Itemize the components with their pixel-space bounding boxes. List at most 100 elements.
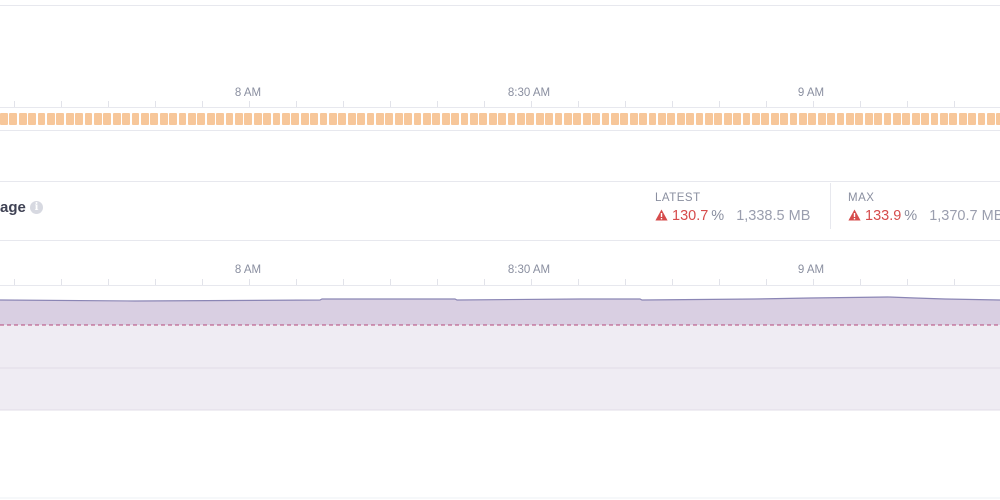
event-segment bbox=[225, 113, 234, 125]
event-segment bbox=[169, 113, 177, 125]
event-segment bbox=[451, 113, 459, 125]
event-segment bbox=[498, 113, 506, 125]
memory-section-title: age bbox=[0, 199, 26, 216]
event-segment bbox=[996, 113, 1000, 125]
tick-label: 8:30 AM bbox=[507, 87, 551, 99]
event-segment bbox=[9, 113, 18, 125]
event-segment bbox=[526, 113, 535, 125]
event-segment bbox=[949, 113, 958, 125]
event-segment bbox=[216, 113, 224, 125]
event-segment bbox=[977, 113, 986, 125]
event-segment bbox=[150, 113, 159, 125]
event-segment bbox=[159, 113, 168, 125]
event-segment bbox=[122, 113, 130, 125]
event-segment bbox=[141, 113, 149, 125]
event-segment bbox=[573, 113, 582, 125]
event-segment bbox=[488, 113, 497, 125]
event-segment bbox=[836, 113, 845, 125]
event-segment bbox=[686, 113, 694, 125]
event-segment bbox=[780, 113, 788, 125]
event-segment bbox=[648, 113, 657, 125]
event-segment bbox=[733, 113, 741, 125]
event-strip[interactable] bbox=[0, 113, 1000, 125]
latest-caption: LATEST bbox=[655, 192, 701, 204]
event-segment bbox=[272, 113, 281, 125]
event-segment bbox=[263, 113, 271, 125]
event-segment bbox=[56, 113, 65, 125]
event-segment bbox=[413, 113, 422, 125]
event-segment bbox=[507, 113, 516, 125]
event-segment bbox=[611, 113, 619, 125]
event-segment bbox=[65, 113, 74, 125]
stats-divider bbox=[830, 183, 831, 229]
event-segment bbox=[338, 113, 347, 125]
tick-label: 8 AM bbox=[234, 264, 262, 276]
event-segment bbox=[987, 113, 995, 125]
event-segment bbox=[423, 113, 431, 125]
event-segment bbox=[855, 113, 864, 125]
event-segment bbox=[535, 113, 544, 125]
event-segment bbox=[517, 113, 525, 125]
event-segment bbox=[752, 113, 760, 125]
tick-label: 8:30 AM bbox=[507, 264, 551, 276]
event-segment bbox=[479, 113, 488, 125]
event-segment bbox=[695, 113, 704, 125]
event-segment bbox=[131, 113, 140, 125]
event-segment bbox=[366, 113, 375, 125]
event-segment bbox=[592, 113, 600, 125]
event-segment bbox=[310, 113, 318, 125]
event-segment bbox=[930, 113, 939, 125]
event-segment bbox=[432, 113, 441, 125]
event-segment bbox=[968, 113, 976, 125]
event-segment bbox=[902, 113, 911, 125]
event-segment bbox=[319, 113, 328, 125]
event-segment bbox=[206, 113, 215, 125]
event-segment bbox=[178, 113, 187, 125]
event-segment bbox=[582, 113, 591, 125]
event-segment bbox=[799, 113, 807, 125]
event-segment bbox=[958, 113, 967, 125]
event-segment bbox=[639, 113, 647, 125]
warning-icon bbox=[655, 209, 668, 221]
event-segment bbox=[357, 113, 365, 125]
event-segment bbox=[554, 113, 563, 125]
latest-stat: 130.7% 1,338.5 MB bbox=[655, 208, 810, 224]
event-segment bbox=[84, 113, 93, 125]
event-segment bbox=[441, 113, 450, 125]
event-segment bbox=[658, 113, 666, 125]
event-segment bbox=[770, 113, 779, 125]
strip-divider bbox=[0, 130, 1000, 131]
axis-line bbox=[0, 107, 1000, 108]
info-icon[interactable]: i bbox=[30, 201, 43, 214]
event-segment bbox=[620, 113, 629, 125]
event-segment bbox=[911, 113, 920, 125]
event-segment bbox=[347, 113, 356, 125]
event-segment bbox=[667, 113, 676, 125]
event-segment bbox=[75, 113, 83, 125]
section-divider bbox=[0, 181, 1000, 182]
event-segment bbox=[808, 113, 817, 125]
event-segment bbox=[940, 113, 948, 125]
memory-usage-chart[interactable] bbox=[0, 280, 1000, 500]
tick-label: 9 AM bbox=[797, 87, 825, 99]
max-percent: 133.9 bbox=[865, 208, 902, 224]
event-segment bbox=[329, 113, 337, 125]
event-segment bbox=[394, 113, 403, 125]
event-segment bbox=[291, 113, 300, 125]
event-segment bbox=[629, 113, 638, 125]
event-segment bbox=[883, 113, 892, 125]
event-segment bbox=[723, 113, 732, 125]
latest-percent: 130.7 bbox=[672, 208, 709, 224]
event-segment bbox=[37, 113, 46, 125]
latest-absolute: 1,338.5 MB bbox=[736, 208, 811, 224]
event-segment bbox=[112, 113, 121, 125]
event-segment bbox=[376, 113, 384, 125]
warning-icon bbox=[848, 209, 861, 221]
top-divider bbox=[0, 5, 1000, 6]
max-caption: MAX bbox=[848, 192, 875, 204]
event-segment bbox=[244, 113, 253, 125]
event-segment bbox=[253, 113, 262, 125]
event-segment bbox=[705, 113, 713, 125]
event-segment bbox=[817, 113, 826, 125]
event-segment bbox=[564, 113, 572, 125]
